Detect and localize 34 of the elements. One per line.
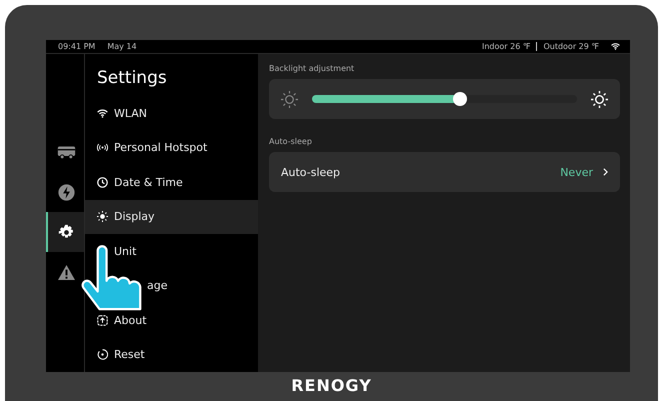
wifi-icon	[97, 108, 108, 119]
settings-menu-item[interactable]: Reset	[85, 338, 258, 372]
nav-rail-button[interactable]	[46, 212, 84, 252]
lightning-bolt-icon	[56, 184, 76, 200]
status-date: May 14	[107, 42, 137, 51]
settings-menu-item[interactable]: Personal Hotspot	[85, 130, 258, 165]
warning-icon	[56, 264, 76, 280]
slider-thumb[interactable]	[453, 92, 468, 106]
rv-icon	[56, 144, 76, 160]
sun-icon	[97, 211, 108, 222]
hotspot-icon	[97, 142, 108, 154]
high-brightness-icon	[591, 90, 608, 108]
indoor-temperature: Indoor 26 ℉	[482, 42, 530, 51]
settings-title: Settings	[96, 67, 168, 90]
section-label: Auto-sleep	[269, 137, 313, 146]
info-square-icon	[97, 314, 108, 326]
status-time: 09:41 PM	[58, 42, 96, 51]
settings-menu-item[interactable]: age	[85, 268, 258, 303]
low-brightness-icon	[281, 90, 298, 108]
chevron-right-icon	[603, 168, 608, 176]
brand-logo: RENOGY	[290, 375, 373, 395]
auto-sleep-row[interactable]: Auto-sleep Never	[269, 152, 620, 192]
reset-icon	[97, 349, 108, 360]
settings-icon	[56, 224, 76, 240]
settings-menu-item[interactable]: Date & Time	[85, 165, 258, 200]
outdoor-temperature: Outdoor 29 ℉	[543, 42, 599, 51]
brightness-slider[interactable]	[312, 95, 577, 103]
section-label: Backlight adjustment	[269, 64, 356, 73]
settings-menu-item[interactable]: Display	[85, 200, 258, 234]
settings-menu-item[interactable]: Unit	[85, 234, 258, 268]
clock-icon	[97, 176, 108, 188]
settings-menu-item[interactable]: About	[85, 303, 258, 338]
settings-menu-item[interactable]: WLAN	[85, 96, 258, 130]
wifi-icon	[611, 43, 620, 50]
